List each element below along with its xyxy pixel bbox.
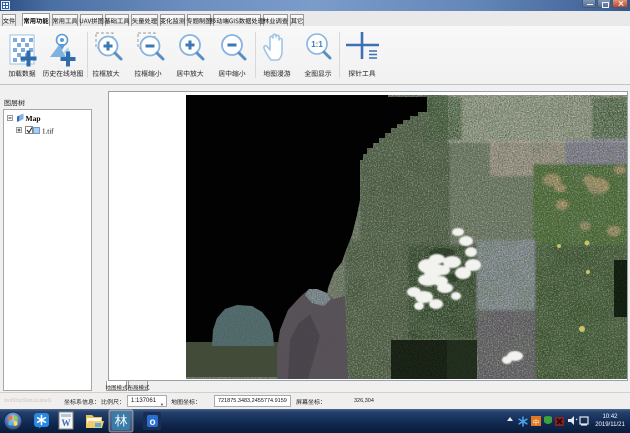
svg-text:o: o	[149, 417, 155, 428]
svg-text:Map: Map	[26, 114, 41, 123]
svg-text:1.tif: 1.tif	[42, 128, 54, 136]
svg-text:W: W	[62, 418, 71, 428]
